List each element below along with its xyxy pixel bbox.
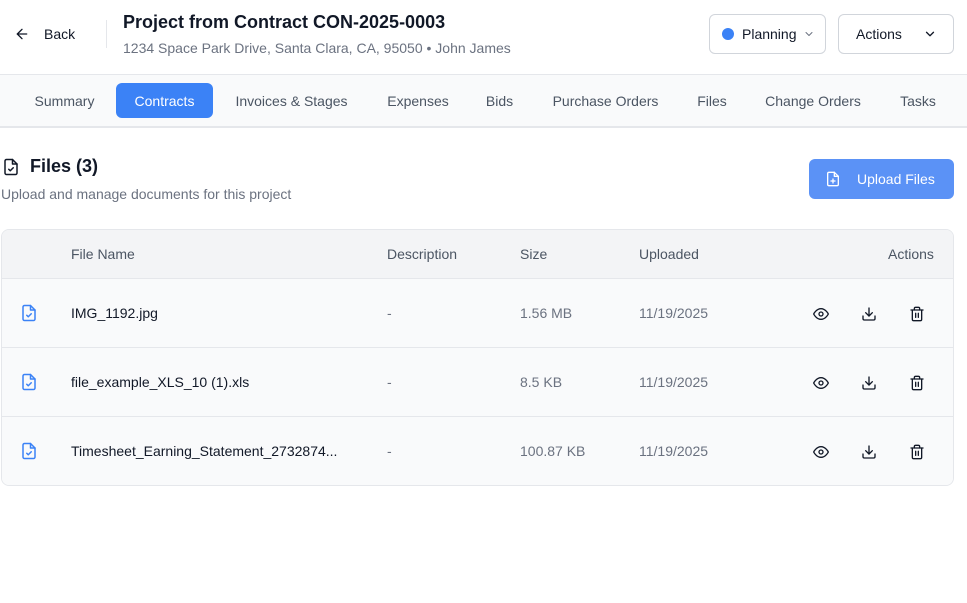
tab-invoices-stages[interactable]: Invoices & Stages — [219, 83, 364, 118]
arrow-left-icon — [16, 28, 28, 40]
files-subtitle: Upload and manage documents for this pro… — [1, 186, 292, 202]
file-uploaded: 11/19/2025 — [639, 443, 709, 459]
file-name[interactable]: Timesheet_Earning_Statement_2732874... — [71, 443, 337, 459]
header-divider — [106, 20, 107, 48]
tab-expenses[interactable]: Expenses — [372, 83, 464, 118]
file-plus-icon — [827, 171, 839, 187]
delete-button[interactable] — [907, 373, 927, 393]
col-file-name[interactable]: File Name — [71, 246, 135, 262]
table-row: file_example_XLS_10 (1).xls - 8.5 KB 11/… — [2, 348, 953, 417]
file-size: 1.56 MB — [520, 305, 573, 321]
file-description: - — [387, 305, 392, 321]
page-header: Back Project from Contract CON-2025-0003… — [0, 0, 967, 75]
eye-icon — [813, 308, 829, 320]
file-description: - — [387, 374, 392, 390]
col-description[interactable]: Description — [387, 246, 457, 262]
download-button[interactable] — [859, 442, 879, 462]
file-size: 100.87 KB — [520, 443, 586, 459]
view-button[interactable] — [811, 373, 831, 393]
chevron-down-icon — [925, 31, 935, 37]
page-subtitle: 1234 Space Park Drive, Santa Clara, CA, … — [123, 40, 511, 56]
tab-purchase-orders[interactable]: Purchase Orders — [536, 83, 675, 118]
file-check-icon — [22, 304, 36, 322]
status-dropdown[interactable]: Planning — [709, 14, 826, 54]
table-row: Timesheet_Earning_Statement_2732874... -… — [2, 417, 953, 485]
file-check-icon — [22, 442, 36, 460]
tab-change-orders[interactable]: Change Orders — [749, 83, 877, 118]
tab-summary[interactable]: Summary — [17, 83, 112, 118]
actions-label: Actions — [856, 26, 902, 42]
upload-files-label: Upload Files — [857, 171, 935, 187]
file-check-icon — [4, 158, 18, 175]
status-label: Planning — [742, 26, 797, 42]
table-header: File Name Description Size Uploaded Acti… — [2, 230, 953, 279]
col-uploaded[interactable]: Uploaded — [639, 246, 699, 262]
eye-icon — [813, 377, 829, 389]
file-size: 8.5 KB — [520, 374, 563, 390]
trash-icon — [910, 306, 924, 322]
back-label: Back — [44, 26, 76, 42]
page-title: Project from Contract CON-2025-0003 — [123, 12, 446, 32]
file-check-icon — [22, 373, 36, 391]
tab-files[interactable]: Files — [683, 83, 741, 118]
tab-bar: Summary Contracts Invoices & Stages Expe… — [0, 75, 967, 128]
delete-button[interactable] — [907, 442, 927, 462]
delete-button[interactable] — [907, 304, 927, 324]
file-name[interactable]: file_example_XLS_10 (1).xls — [71, 374, 249, 390]
col-actions: Actions — [888, 246, 934, 262]
files-title-text: Files (3) — [30, 156, 99, 176]
trash-icon — [910, 375, 924, 391]
trash-icon — [910, 444, 924, 460]
actions-dropdown[interactable]: Actions — [838, 14, 954, 54]
download-icon — [862, 445, 876, 459]
download-button[interactable] — [859, 304, 879, 324]
view-button[interactable] — [811, 304, 831, 324]
files-title: Files (3) — [2, 156, 98, 177]
eye-icon — [813, 446, 829, 458]
view-button[interactable] — [811, 442, 831, 462]
col-size[interactable]: Size — [520, 246, 547, 262]
file-uploaded: 11/19/2025 — [639, 305, 709, 321]
files-table: File Name Description Size Uploaded Acti… — [1, 229, 954, 486]
file-uploaded: 11/19/2025 — [639, 374, 709, 390]
download-button[interactable] — [859, 373, 879, 393]
download-icon — [862, 376, 876, 390]
chevron-down-icon — [805, 32, 812, 36]
file-description: - — [387, 443, 392, 459]
tab-contracts[interactable]: Contracts — [116, 83, 213, 118]
upload-files-button[interactable]: Upload Files — [809, 159, 954, 199]
status-dot — [722, 28, 734, 40]
table-row: IMG_1192.jpg - 1.56 MB 11/19/2025 — [2, 279, 953, 348]
back-button[interactable]: Back — [8, 18, 81, 50]
file-name[interactable]: IMG_1192.jpg — [71, 305, 158, 321]
download-icon — [862, 307, 876, 321]
tab-bids[interactable]: Bids — [472, 83, 527, 118]
tab-tasks[interactable]: Tasks — [886, 83, 950, 118]
